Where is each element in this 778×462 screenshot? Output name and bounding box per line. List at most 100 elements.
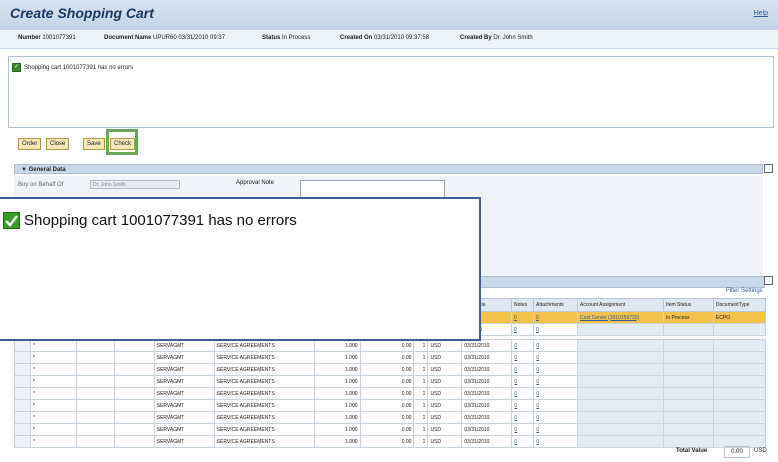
- empty-cell: [577, 435, 665, 448]
- total-currency: USD: [754, 448, 767, 454]
- col-header-account-assignment: Account Assignment: [576, 298, 664, 312]
- empty-cell: [113, 387, 155, 400]
- price-unit-cell: 1: [413, 351, 429, 364]
- table-row[interactable]: * SERVAGMT SERVICE AGREEMENTS 1.000 0.00 1 USD…: [14, 387, 767, 400]
- created-by-info: Created By Dr. John Smith: [460, 35, 533, 41]
- price-unit-cell: 1: [413, 411, 429, 424]
- empty-cell: [75, 399, 115, 412]
- product-cell: SERVAGMT: [153, 435, 215, 448]
- quantity-cell: 1.000: [313, 411, 361, 424]
- order-button[interactable]: Order: [18, 138, 42, 150]
- filter-settings-link[interactable]: Filter Settings: [726, 288, 763, 294]
- col-header-document-type: DocumentType: [712, 298, 767, 312]
- collapse-items-icon[interactable]: [764, 276, 773, 285]
- currency-cell: USD: [427, 411, 463, 424]
- empty-cell: [663, 399, 714, 412]
- category-cell: SERVICE AGREEMENTS: [213, 435, 315, 448]
- table-row[interactable]: * SERVAGMT SERVICE AGREEMENTS 1.000 0.00 1 USD…: [14, 375, 767, 388]
- table-row[interactable]: * SERVAGMT SERVICE AGREEMENTS 1.000 0.00 1 USD…: [14, 423, 767, 436]
- notes-link[interactable]: 0: [511, 387, 535, 400]
- account-assignment-link[interactable]: Cost Center (1010259732): [576, 311, 664, 324]
- notes-link[interactable]: 0: [511, 435, 535, 448]
- empty-cell: [712, 423, 767, 436]
- help-link[interactable]: Help: [754, 10, 768, 17]
- table-row[interactable]: * SERVAGMT SERVICE AGREEMENTS 1.000 0.00 1 USD…: [14, 339, 767, 352]
- empty-cell: [113, 339, 155, 352]
- notes-link[interactable]: 0: [511, 411, 535, 424]
- empty-cell: [577, 411, 665, 424]
- table-row[interactable]: * SERVAGMT SERVICE AGREEMENTS 1.000 0.00 1 USD…: [14, 351, 767, 364]
- delivery-date-cell: 03/31/2010: [461, 423, 513, 436]
- quantity-cell: 1.000: [313, 339, 361, 352]
- created-on-value: 03/31/2010 09:37:58: [374, 35, 430, 41]
- price-unit-cell: 1: [413, 363, 429, 376]
- table-row[interactable]: * SERVAGMT SERVICE AGREEMENTS 1.000 0.00 1 USD…: [14, 411, 767, 424]
- attachments-link[interactable]: 0: [533, 351, 579, 364]
- item-marker: *: [29, 423, 77, 436]
- empty-cell: [663, 411, 714, 424]
- attachments-link[interactable]: 0: [533, 311, 578, 324]
- delivery-date-cell: 03/31/2010: [461, 399, 513, 412]
- quantity-cell: 1.000: [313, 387, 361, 400]
- attachments-link[interactable]: 0: [533, 423, 579, 436]
- notes-link[interactable]: 0: [511, 323, 535, 336]
- currency-cell: USD: [427, 387, 463, 400]
- price-cell: 0.00: [359, 387, 415, 400]
- attachments-link[interactable]: 0: [533, 339, 579, 352]
- notes-link[interactable]: 0: [511, 351, 535, 364]
- attachments-link[interactable]: 0: [533, 387, 579, 400]
- delivery-date-cell: 03/31/2010: [461, 351, 513, 364]
- attachments-link[interactable]: 0: [533, 375, 579, 388]
- empty-cell: [14, 435, 31, 448]
- price-cell: 0.00: [359, 399, 415, 412]
- notes-link[interactable]: 0: [511, 311, 535, 324]
- product-cell: SERVAGMT: [153, 399, 215, 412]
- product-cell: SERVAGMT: [153, 411, 215, 424]
- notes-link[interactable]: 0: [511, 399, 535, 412]
- empty-cell: [712, 363, 767, 376]
- status-value: In Process: [282, 35, 311, 41]
- empty-cell: [14, 375, 31, 388]
- currency-cell: USD: [427, 399, 463, 412]
- empty-cell: [663, 435, 714, 448]
- notes-link[interactable]: 0: [511, 375, 535, 388]
- general-data-header[interactable]: ▼ General Data: [14, 164, 763, 174]
- status-info: Status In Process: [262, 35, 310, 41]
- product-cell: SERVAGMT: [153, 339, 215, 352]
- save-button[interactable]: Save: [83, 138, 105, 150]
- total-value-label: Total Value: [676, 448, 708, 454]
- general-data-title: General Data: [28, 167, 66, 173]
- attachments-link[interactable]: 0: [533, 323, 578, 336]
- currency-cell: USD: [427, 375, 463, 388]
- attachments-link[interactable]: 0: [533, 399, 579, 412]
- docname-value: UPUR60 03/31/2010 09:37: [153, 35, 226, 41]
- buy-on-behalf-field[interactable]: Dr. John Smith: [90, 180, 180, 189]
- notes-link[interactable]: 0: [511, 363, 535, 376]
- empty-cell: [113, 399, 155, 412]
- attachments-link[interactable]: 0: [533, 363, 579, 376]
- empty-cell: [113, 411, 155, 424]
- currency-cell: USD: [427, 339, 463, 352]
- notes-link[interactable]: 0: [511, 423, 535, 436]
- quantity-cell: 1.000: [313, 435, 361, 448]
- table-row[interactable]: * SERVAGMT SERVICE AGREEMENTS 1.000 0.00 1 USD…: [14, 435, 767, 448]
- item-marker: *: [29, 435, 77, 448]
- attachments-link[interactable]: 0: [533, 411, 579, 424]
- empty-cell: [712, 351, 767, 364]
- collapse-general-data-icon[interactable]: [764, 164, 773, 173]
- empty-cell: [577, 351, 665, 364]
- success-check-icon: [3, 212, 20, 229]
- item-marker: *: [29, 339, 77, 352]
- attachments-link[interactable]: 0: [533, 435, 579, 448]
- delivery-date-cell: 03/31/2010: [461, 363, 513, 376]
- category-cell: SERVICE AGREEMENTS: [213, 363, 315, 376]
- category-cell: SERVICE AGREEMENTS: [213, 399, 315, 412]
- table-row[interactable]: * SERVAGMT SERVICE AGREEMENTS 1.000 0.00 1 USD…: [14, 399, 767, 412]
- product-cell: SERVAGMT: [153, 363, 215, 376]
- notes-link[interactable]: 0: [511, 339, 535, 352]
- empty-cell: [113, 435, 155, 448]
- table-row[interactable]: * SERVAGMT SERVICE AGREEMENTS 1.000 0.00 1 USD…: [14, 363, 767, 376]
- empty-cell: [712, 411, 767, 424]
- empty-cell: [663, 363, 714, 376]
- close-button[interactable]: Close: [46, 138, 70, 150]
